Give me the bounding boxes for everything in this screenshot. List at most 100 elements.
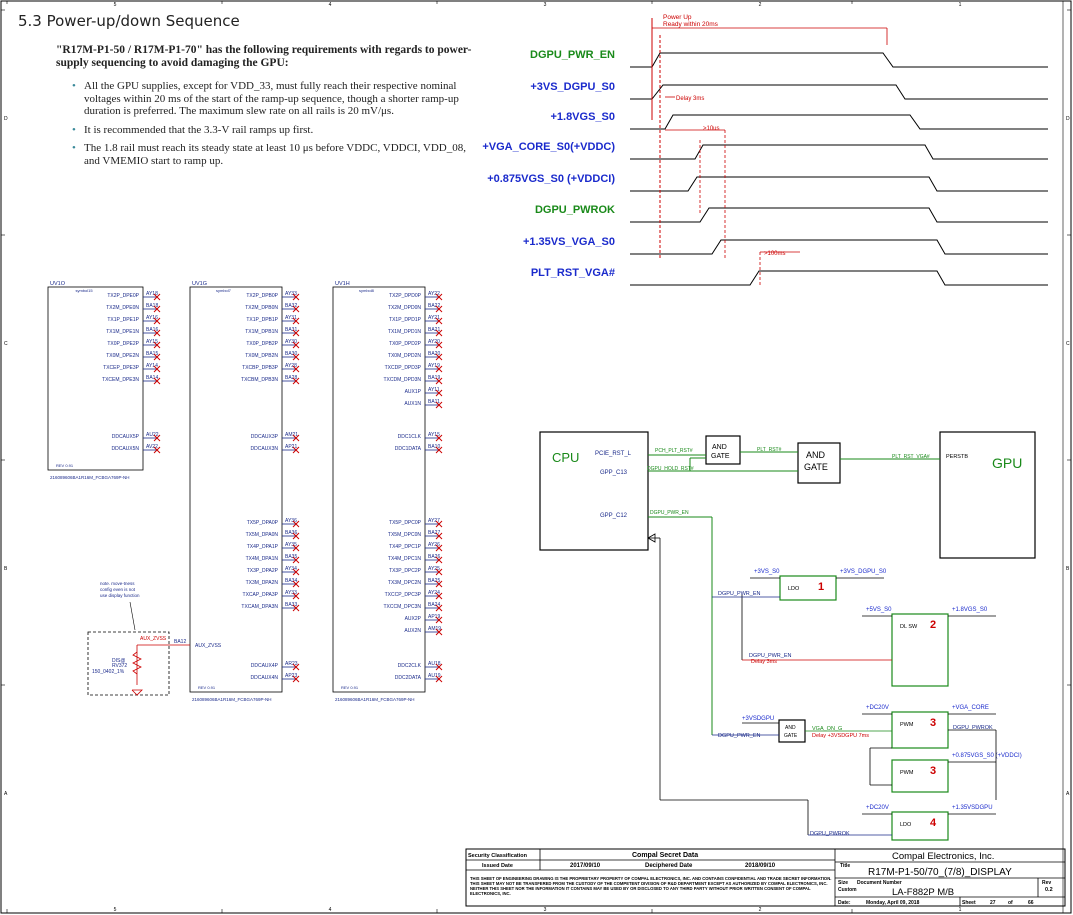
grid-col-label: 3 bbox=[544, 2, 547, 8]
note-text: use display function bbox=[100, 593, 140, 598]
chip-symbol-name: symbol8 bbox=[359, 288, 375, 293]
chip-pin-name: DDCAUX3N bbox=[250, 446, 278, 452]
net-label: DGPU_PWR_EN bbox=[650, 510, 689, 516]
regulator-number: 1 bbox=[818, 581, 824, 593]
grid-row-label: D bbox=[1066, 116, 1070, 122]
gpu-pin-label: PERSTB bbox=[946, 454, 968, 460]
chip-symbol-name: symbol15 bbox=[76, 288, 94, 293]
regulator-number: 3 bbox=[930, 765, 936, 777]
chip-pin-name: TXCAM_DPA3N bbox=[241, 604, 278, 610]
net-label: +3VSDGPU bbox=[742, 716, 774, 722]
tb-rev-value: 0.2 bbox=[1045, 887, 1053, 893]
regulator-output-label: +1.35VSDGPU bbox=[952, 805, 993, 811]
grid-row-label: C bbox=[1066, 341, 1070, 347]
chip-pin-name: TX4M_DPC1N bbox=[388, 556, 421, 562]
chip-pin-name: TX1P_DPE1P bbox=[107, 317, 139, 323]
net-label: PLT_RST_VGA# bbox=[892, 454, 930, 460]
chip-pin-name: TX1M_DPE1N bbox=[106, 329, 139, 335]
tb-deciphered-value: 2018/09/10 bbox=[745, 863, 776, 869]
tb-docnum-label: Document Number bbox=[857, 880, 902, 886]
chip-pin-name: TX0P_DPD2P bbox=[389, 341, 422, 347]
tb-security-label: Security Classification bbox=[468, 853, 528, 859]
tb-size-label: Size bbox=[838, 880, 848, 886]
timing-signal-label: +VGA_CORE_S0(+VDDC) bbox=[482, 141, 615, 153]
tb-issued-value: 2017/09/10 bbox=[570, 863, 601, 869]
grid-col-label: 1 bbox=[959, 2, 962, 8]
chip-rev: REV 0.91 bbox=[341, 685, 359, 690]
regulator-name: LDO bbox=[900, 822, 912, 828]
tb-deciphered-label: Deciphered Date bbox=[645, 863, 693, 869]
chip-pin-name: DDC1DATA bbox=[395, 446, 422, 452]
chip-pin-number: AU22 bbox=[146, 432, 159, 438]
chip-pin-name: TXCCP_DPC3P bbox=[385, 592, 422, 598]
timing-signal-label: +1.35VS_VGA_S0 bbox=[523, 236, 615, 248]
net-label: DGPU_PWROK bbox=[810, 831, 850, 837]
chip-pin-number: AU18 bbox=[428, 661, 441, 667]
regulator-number: 4 bbox=[930, 817, 937, 829]
grid-col-label: 5 bbox=[114, 2, 117, 8]
chip-pin-name: TX2M_DPB0N bbox=[245, 305, 278, 311]
tb-sheet-value: 27 bbox=[990, 900, 996, 906]
chip-pin-name: TX1M_DPB1N bbox=[245, 329, 278, 335]
chip-pin-name: TX3M_DPC2N bbox=[388, 580, 421, 586]
net-label: VGA_ON_G bbox=[812, 726, 842, 732]
net-note: Delay +3VSDGPU 7ms bbox=[812, 733, 869, 739]
tb-date-label: Date: bbox=[838, 900, 851, 906]
note-net-label: AUX_ZVSS bbox=[140, 636, 167, 642]
chip-rev: REV 0.91 bbox=[56, 463, 74, 468]
schematic-sheet: 5.3 Power-up/down Sequence "R17M-P1-50 /… bbox=[0, 0, 1073, 915]
chip-symbol-name: symbol7 bbox=[216, 288, 232, 293]
grid-col-label: 4 bbox=[329, 2, 332, 8]
chip-pin-name: TX2M_DPD0N bbox=[388, 305, 421, 311]
net-note: Delay 3ms bbox=[751, 659, 777, 665]
chip-pin-name: TX2P_DPB0P bbox=[246, 293, 278, 299]
and-gate-label: AND bbox=[712, 444, 727, 451]
chip-pin-name: TX4M_DPA1N bbox=[246, 556, 279, 562]
timing-annotation: >100ms bbox=[764, 251, 786, 257]
regulator-input-label: +5VS_S0 bbox=[866, 607, 892, 613]
schematic-drawing: 5 5 4 4 3 3 2 2 1 1 D D C C B B A A DGPU_PWR_EN +3VS_DGPU_S… bbox=[0, 0, 1072, 914]
chip-symbol bbox=[189, 286, 283, 693]
chip-pin-name: DDCAUX4N bbox=[250, 675, 278, 681]
grid-row-label: A bbox=[4, 791, 8, 797]
chip-pin-name: TX5P_DPC0P bbox=[389, 520, 422, 526]
regulator-input-label: +3VS_S0 bbox=[754, 569, 780, 575]
tb-size-value: Custom bbox=[838, 887, 857, 893]
tb-secret-text: Compal Secret Data bbox=[632, 852, 698, 859]
chip-pin-name: DDC1CLK bbox=[398, 434, 422, 440]
resistor-value: 150_0402_1% bbox=[92, 669, 125, 675]
chip-ref: UV1G bbox=[192, 281, 207, 287]
chip-pin-name: DDC2CLK bbox=[398, 663, 422, 669]
chip-pin-name: TXCEP_DPE3P bbox=[103, 365, 140, 371]
chip-pin-name: TX2P_DPE0P bbox=[107, 293, 139, 299]
chip-pin-name: TXCBM_DPB3N bbox=[241, 377, 278, 383]
timing-waveform bbox=[630, 239, 1048, 255]
timing-signal-label: +3VS_DGPU_S0 bbox=[530, 81, 615, 93]
regulator-block bbox=[891, 711, 949, 749]
tb-sheet-label: Sheet bbox=[962, 900, 976, 906]
net-label: DGPU_HOLD_RST# bbox=[647, 466, 694, 472]
timing-waveform bbox=[630, 207, 1048, 223]
chip-pin-name: TX1P_DPD1P bbox=[389, 317, 422, 323]
chip-pin-name: TX4P_DPA1P bbox=[247, 544, 279, 550]
chip-pin-name: TX2M_DPE0N bbox=[106, 305, 139, 311]
timing-waveform bbox=[630, 176, 1048, 192]
chip-pin-name: AUX1P bbox=[405, 389, 422, 395]
chip-pin-name: TX3M_DPA2N bbox=[246, 580, 279, 586]
note-text: config even is not bbox=[100, 587, 136, 592]
chip-pin-name: TXCCM_DPC3N bbox=[383, 604, 421, 610]
chip-pin-number: BA12 bbox=[174, 639, 186, 645]
regulator-input-label: +DC20V bbox=[866, 805, 889, 811]
chip-part-number: 216089606BA1R16M_FCBGA769P-NH bbox=[192, 697, 272, 702]
regulator-name: PWM bbox=[900, 722, 914, 728]
cpu-pin-label: PCIE_RST_L bbox=[595, 451, 632, 457]
timing-signal-label: DGPU_PWR_EN bbox=[530, 49, 615, 61]
note-leader bbox=[129, 601, 136, 631]
tb-docnum: LA-F882P M/B bbox=[892, 887, 954, 898]
tb-date-value: Monday, April 09, 2018 bbox=[866, 900, 920, 906]
chip-pin-name: TXCDM_DPD3N bbox=[383, 377, 421, 383]
chip-pin-name: TX3P_DPA2P bbox=[247, 568, 279, 574]
chip-pin-name: TX0P_DPE2P bbox=[107, 341, 139, 347]
chip-pin-name: AUX2N bbox=[404, 628, 421, 634]
chip-pin-number: AU19 bbox=[428, 673, 441, 679]
